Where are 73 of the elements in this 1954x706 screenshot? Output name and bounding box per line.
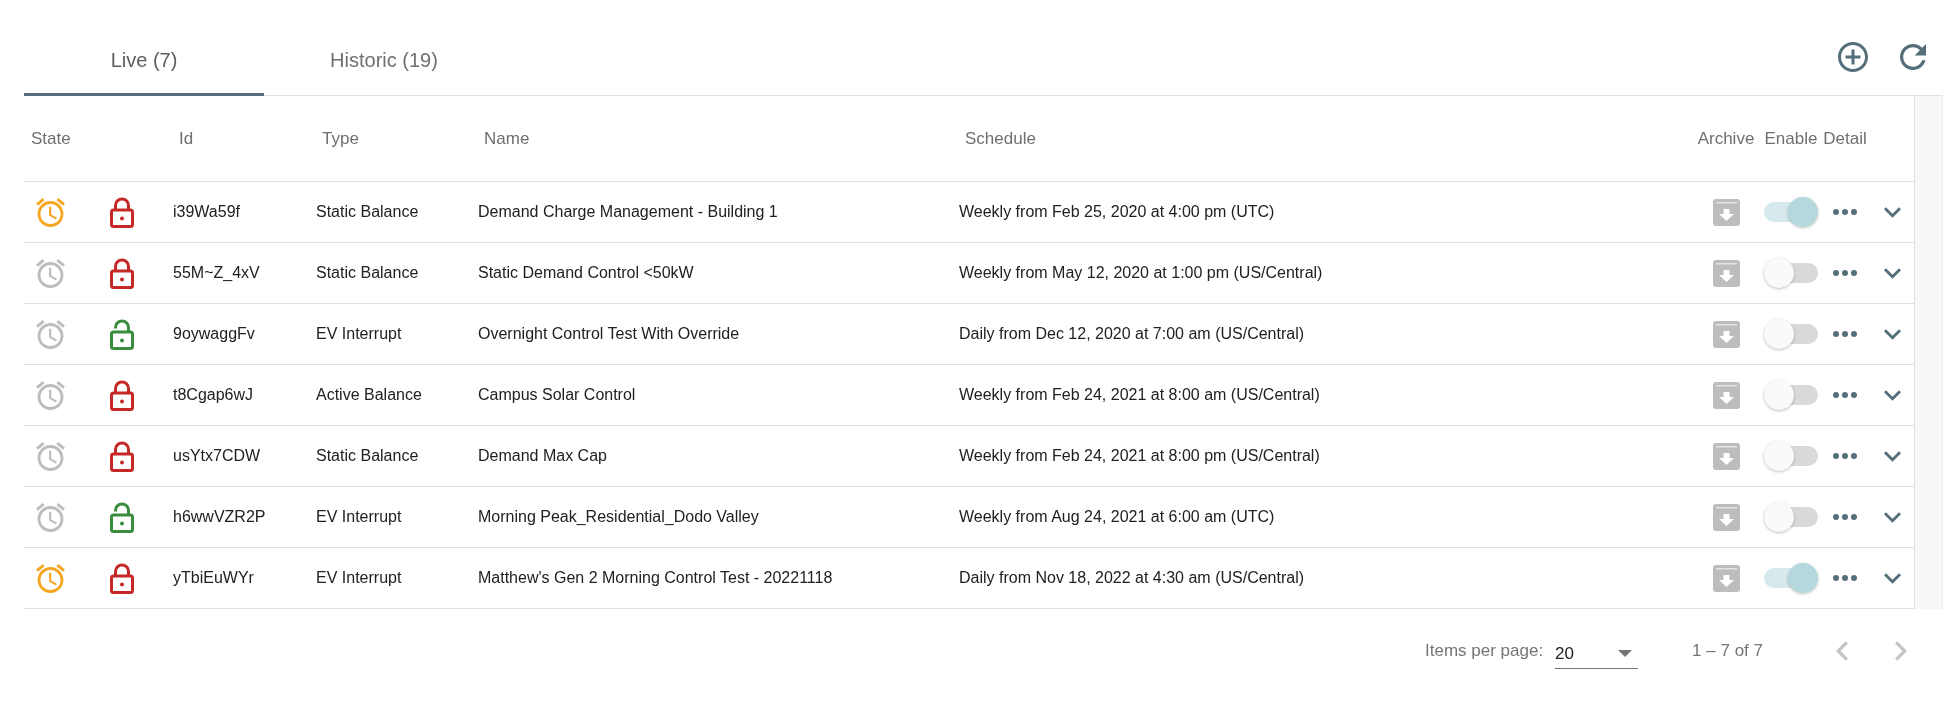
type-cell: Static Balance [316,203,419,221]
column-header: Id [179,128,194,148]
id-cell: h6wwVZR2P [173,508,266,526]
more-icon[interactable] [1833,270,1857,276]
enable-toggle[interactable] [1764,563,1818,593]
type-cell: Static Balance [316,447,419,465]
refresh-icon[interactable] [1900,43,1926,70]
archive-icon[interactable] [1712,442,1740,470]
type-cell: Static Balance [316,264,419,282]
type-cell: EV Interrupt [316,569,402,587]
name-cell: Overnight Control Test With Override [478,325,740,343]
tab[interactable]: Live (7) [24,24,264,96]
archive-icon[interactable] [1712,320,1740,348]
name-cell: Campus Solar Control [478,386,636,404]
id-cell: 55M~Z_4xV [173,264,260,282]
more-icon[interactable] [1833,209,1857,215]
enable-toggle[interactable] [1764,380,1818,410]
items-per-page-label: Items per page: [1425,641,1544,661]
id-cell: usYtx7CDW [173,447,261,465]
archive-icon[interactable] [1712,564,1740,592]
page-range: 1 – 7 of 7 [1692,641,1763,661]
type-cell: Active Balance [316,386,422,404]
chevron-down-icon[interactable] [1883,328,1901,340]
enable-toggle[interactable] [1764,441,1818,471]
name-cell: Morning Peak_Residential_Dodo Valley [478,508,759,526]
enable-toggle[interactable] [1764,502,1818,532]
column-header: Name [484,128,530,148]
chevron-down-icon[interactable] [1883,511,1901,523]
archive-icon[interactable] [1712,503,1740,531]
name-cell: Matthew's Gen 2 Morning Control Test - 20221118 [478,569,833,587]
schedule-cell: Weekly from Feb 24, 2021 at 8:00 pm (US/Central) [959,447,1320,465]
column-header: Schedule [965,128,1036,148]
type-cell: EV Interrupt [316,508,402,526]
more-icon[interactable] [1833,331,1857,337]
schedule-cell: Weekly from Feb 24, 2021 at 8:00 am (US/Central) [959,386,1320,404]
enable-toggle[interactable] [1764,197,1818,227]
id-cell: 9oywaggFv [173,325,255,343]
id-cell: t8Cgap6wJ [173,386,254,404]
chevron-down-icon[interactable] [1883,389,1901,401]
more-icon[interactable] [1833,453,1857,459]
schedule-cell: Daily from Dec 12, 2020 at 7:00 am (US/Central) [959,325,1305,343]
type-cell: EV Interrupt [316,325,402,343]
caret-icon [1618,650,1633,657]
archive-icon[interactable] [1712,198,1740,226]
id-cell: yTbiEuWYr [173,569,254,587]
page-size-select[interactable]: 20 [1555,635,1639,669]
schedule-cell: Weekly from May 12, 2020 at 1:00 pm (US/Central) [959,264,1323,282]
more-icon[interactable] [1833,392,1857,398]
schedule-cell: Daily from Nov 18, 2022 at 4:30 am (US/Central) [959,569,1305,587]
schedule-cell: Weekly from Aug 24, 2021 at 6:00 am (UTC) [959,508,1275,526]
tab[interactable]: Historic (19) [264,24,504,96]
column-header: Detail [1823,128,1867,148]
chevron-down-icon[interactable] [1883,572,1901,584]
column-header: Type [322,128,359,148]
enable-toggle[interactable] [1764,319,1818,349]
add-icon[interactable] [1838,41,1868,72]
enable-toggle[interactable] [1764,258,1818,288]
more-icon[interactable] [1833,575,1857,581]
column-header: Archive [1697,128,1755,148]
chevron-down-icon[interactable] [1883,450,1901,462]
column-header: State [31,128,71,148]
archive-icon[interactable] [1712,381,1740,409]
id-cell: i39Wa59f [173,203,240,221]
chevron-down-icon[interactable] [1883,206,1901,218]
schedule-cell: Weekly from Feb 25, 2020 at 4:00 pm (UTC) [959,203,1275,221]
chevron-down-icon[interactable] [1883,267,1901,279]
archive-icon[interactable] [1712,259,1740,287]
scrollbar-track[interactable] [1914,96,1943,609]
name-cell: Demand Charge Management - Building 1 [478,203,778,221]
more-icon[interactable] [1833,514,1857,520]
column-header: Enable [1764,128,1818,148]
name-cell: Static Demand Control <50kW [478,264,694,282]
name-cell: Demand Max Cap [478,447,607,465]
